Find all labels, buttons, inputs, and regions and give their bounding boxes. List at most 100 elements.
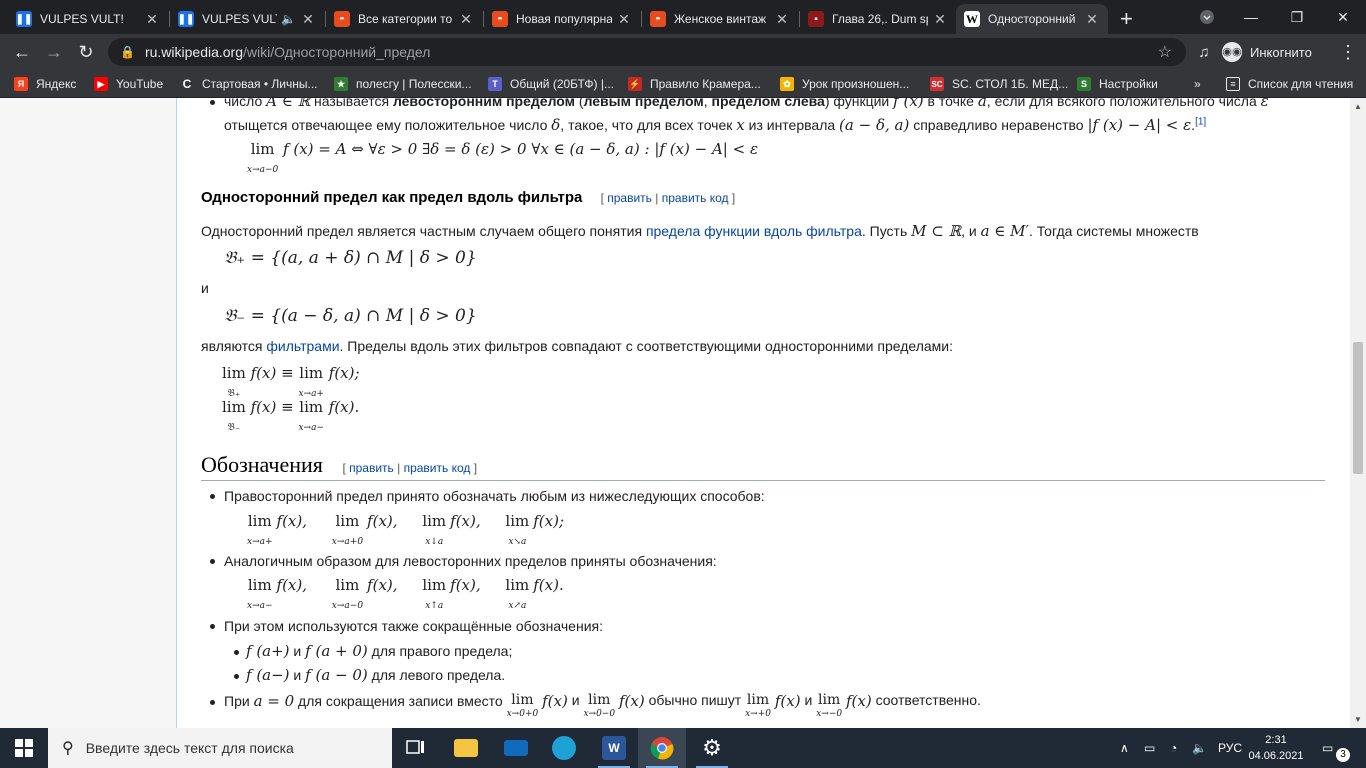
more-bookmarks-icon[interactable]: »	[1194, 75, 1201, 93]
tab-vulpes-2[interactable]: ❚❚ VULPES VULT 🔈 ✕	[170, 4, 324, 34]
clock[interactable]: 2:31 04.06.2021	[1248, 732, 1304, 764]
tab-chapter[interactable]: ▪ Глава 26,. Dum sp ✕	[800, 4, 956, 34]
list-bullet	[210, 559, 215, 564]
tab-popular[interactable]: ◓ Новая популярна ✕	[484, 4, 640, 34]
mail-button[interactable]	[492, 728, 540, 768]
list-bullet	[210, 100, 215, 105]
wifi-icon[interactable]: ◔	[1170, 728, 1177, 768]
pause-icon: ❚❚	[16, 11, 32, 27]
list-bullet	[210, 700, 215, 705]
close-tab-icon[interactable]: ✕	[144, 11, 160, 28]
bookmark-star-icon[interactable]: ☆	[1158, 42, 1172, 62]
close-tab-icon[interactable]: ✕	[932, 11, 948, 28]
filters-link[interactable]: фильтрами	[266, 338, 339, 354]
list-bullet	[210, 494, 215, 499]
right-notation-formulas: lim x→a+f(x), lim x→a+0f(x), lim x↓af(x), l…	[247, 512, 565, 547]
list-bullet	[234, 674, 239, 679]
bookmark-teams[interactable]: T Общий (20БТФ) |...	[488, 75, 614, 93]
left-limit-definition-line1: число A ∈ ℝ называется левосторонним пре…	[224, 98, 1269, 110]
new-tab-button[interactable]: +	[1120, 6, 1133, 32]
notification-center-button[interactable]: ▭ 3	[1322, 728, 1352, 768]
tab-vulpes-1[interactable]: ❚❚ VULPES VULT! ✕	[8, 4, 168, 34]
tab-search-icon[interactable]	[1184, 0, 1230, 34]
page-scrollbar[interactable]: ▲ ▼	[1350, 98, 1366, 728]
speaker-icon[interactable]: 🔈	[281, 12, 296, 26]
zero-notation-text: При a = 0 для сокращения записи вместо l…	[224, 692, 981, 719]
reading-list-button[interactable]: ≡ Список для чтения	[1226, 75, 1353, 93]
shop-icon: ◓	[334, 11, 350, 27]
close-tab-icon[interactable]: ✕	[458, 11, 474, 28]
section-heading-filter: Односторонний предел как предел вдоль фи…	[201, 189, 736, 206]
start-page-icon: C	[180, 77, 194, 91]
close-tab-icon[interactable]: ✕	[774, 11, 790, 28]
edit-link[interactable]: править	[349, 461, 394, 475]
back-button[interactable]: ←	[10, 40, 34, 64]
sc-icon: SC	[930, 77, 944, 91]
word-icon: W	[602, 736, 626, 760]
scroll-down-icon[interactable]: ▼	[1354, 715, 1362, 724]
lock-icon[interactable]: 🔒	[120, 45, 135, 59]
reference-link[interactable]: [1]	[1195, 116, 1206, 127]
bookmark-pronunciation[interactable]: ✿ Урок произношен...	[780, 75, 909, 93]
tab-categories[interactable]: ◓ Все категории то ✕	[326, 4, 482, 34]
battery-icon[interactable]: ▭	[1144, 728, 1155, 768]
windows-icon	[15, 739, 33, 757]
language-indicator[interactable]: РУС	[1218, 728, 1242, 768]
menu-icon[interactable]: ⋮	[1336, 40, 1360, 64]
list-bullet	[234, 650, 239, 655]
task-view-button[interactable]	[392, 728, 440, 768]
url-path: /wiki/Односторонний_предел	[243, 44, 431, 60]
taskbar-search[interactable]: ⚲ Введите здесь текст для поиска	[48, 728, 392, 768]
tray-chevron-icon[interactable]: ∧	[1120, 728, 1129, 768]
file-explorer-button[interactable]	[442, 728, 490, 768]
bookmark-sc[interactable]: SC SC. СТОЛ 1Б. МЕД...	[930, 75, 1068, 93]
word-button[interactable]: W	[590, 728, 638, 768]
edge-icon	[552, 736, 576, 760]
edit-link[interactable]: править	[607, 191, 652, 205]
address-bar[interactable]: 🔒 ru.wikipedia.org /wiki/Односторонний_п…	[108, 38, 1186, 66]
close-tab-icon[interactable]: ✕	[300, 11, 316, 28]
incognito-indicator[interactable]: ◉◉ Инкогнито	[1222, 40, 1312, 64]
edit-code-link[interactable]: править код	[404, 461, 471, 475]
bookmark-start[interactable]: C Стартовая • Личны...	[180, 75, 318, 93]
tab-vintage[interactable]: ◓ Женское винтаж ✕	[642, 4, 798, 34]
filter-limit-link[interactable]: предела функции вдоль фильтра	[646, 223, 862, 239]
page-viewport: число A ∈ ℝ называется левосторонним пре…	[0, 98, 1366, 728]
section-divider	[201, 480, 1325, 481]
windows-taskbar: ⚲ Введите здесь текст для поиска W ⚙ ∧ ▭…	[0, 728, 1366, 768]
bookmark-youtube[interactable]: ▶ YouTube	[94, 75, 163, 93]
minimize-button[interactable]: —	[1228, 0, 1274, 34]
search-icon: ⚲	[62, 740, 74, 757]
edge-button[interactable]	[540, 728, 588, 768]
filter-formula-plus: 𝔅₊ = {(a, a + δ) ∩ M | δ > 0}	[224, 248, 477, 268]
scrollbar-thumb[interactable]	[1353, 342, 1363, 474]
edit-code-link[interactable]: править код	[662, 191, 729, 205]
close-tab-icon[interactable]: ✕	[1084, 11, 1100, 28]
bookmark-polessu[interactable]: ★ полесгу | Полесски...	[334, 75, 471, 93]
bookmark-cramer[interactable]: ⚡ Правило Крамера...	[628, 75, 761, 93]
tab-wikipedia-active[interactable]: W Односторонний ✕	[956, 4, 1108, 34]
settings-button[interactable]: ⚙	[688, 728, 736, 768]
left-limit-definition-line2: отыщется отвечающее ему положительное чи…	[224, 116, 1207, 134]
volume-icon[interactable]: 🔈	[1192, 728, 1207, 768]
lightning-icon: ⚡	[628, 77, 642, 91]
right-short-notation: f (a+) и f (a + 0) для правого предела;	[246, 642, 513, 660]
tab-bar: ❚❚ VULPES VULT! ✕ ❚❚ VULPES VULT 🔈 ✕ ◓ В…	[0, 0, 1366, 34]
close-tab-icon[interactable]: ✕	[616, 11, 632, 28]
bookmark-yandex[interactable]: Я Яндекс	[14, 75, 76, 93]
media-control-icon[interactable]: ♫	[1192, 40, 1216, 64]
chrome-button[interactable]	[638, 728, 686, 768]
maximize-button[interactable]: ❐	[1274, 0, 1320, 34]
filter-limit-equation-2: lim 𝔅₋ f(x) ≡ lim x→a− f(x).	[222, 398, 360, 433]
yandex-icon: Я	[14, 77, 28, 91]
sheets-icon: S	[1077, 77, 1091, 91]
bookmark-settings[interactable]: S Настройки	[1077, 75, 1158, 93]
left-limit-formula: lim x→a−0 f (x) = A ⇔ ∀ε > 0 ∃δ = δ (ε) >…	[247, 140, 758, 175]
reload-button[interactable]: ↻	[74, 40, 98, 64]
filter-paragraph: Односторонний предел является частным сл…	[201, 222, 1199, 240]
start-button[interactable]	[0, 728, 48, 768]
close-window-button[interactable]: ✕	[1320, 0, 1366, 34]
scroll-up-icon[interactable]: ▲	[1354, 102, 1362, 111]
list-bullet	[210, 624, 215, 629]
forward-button[interactable]: →	[42, 40, 66, 64]
